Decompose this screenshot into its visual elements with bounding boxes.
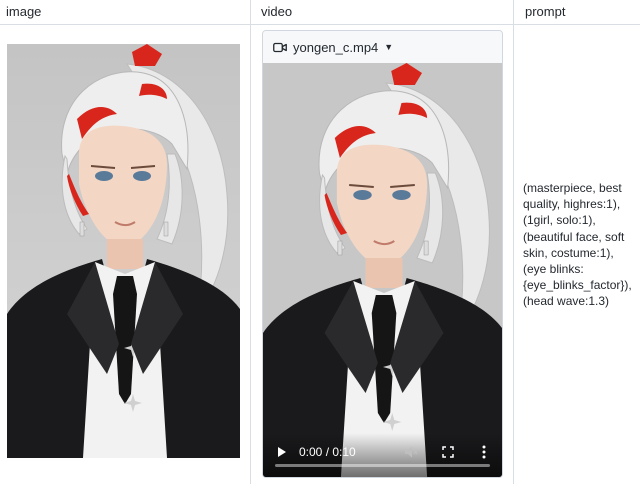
table-header: image video prompt — [0, 0, 640, 25]
video-time: 0:00 / 0:10 — [299, 445, 356, 459]
more-vert-icon[interactable] — [481, 445, 487, 459]
column-header-video: video — [261, 4, 293, 19]
column-header-prompt: prompt — [525, 4, 566, 19]
video-still-illustration — [263, 63, 502, 477]
video-filename: yongen_c.mp4 — [293, 39, 379, 55]
column-divider — [250, 0, 251, 484]
caret-down-icon: ▼ — [384, 42, 394, 52]
video-frame[interactable]: 0:00 / 0:10 — [263, 63, 502, 477]
portrait-image — [7, 44, 240, 458]
play-icon[interactable] — [277, 446, 287, 458]
column-header-image: image — [6, 4, 42, 19]
fullscreen-icon[interactable] — [442, 446, 454, 458]
video-camera-icon — [273, 42, 287, 52]
column-divider — [513, 0, 514, 484]
video-player[interactable]: yongen_c.mp4 ▼ 0:00 / 0:10 — [262, 30, 503, 478]
seek-bar[interactable] — [275, 464, 490, 467]
prompt-text: (masterpiece, best quality, highres:1), … — [523, 181, 632, 309]
video-file-menu[interactable]: yongen_c.mp4 ▼ — [263, 31, 502, 63]
portrait-illustration — [7, 44, 240, 458]
video-controls: 0:00 / 0:10 — [263, 433, 502, 477]
mute-icon[interactable] — [404, 445, 418, 459]
